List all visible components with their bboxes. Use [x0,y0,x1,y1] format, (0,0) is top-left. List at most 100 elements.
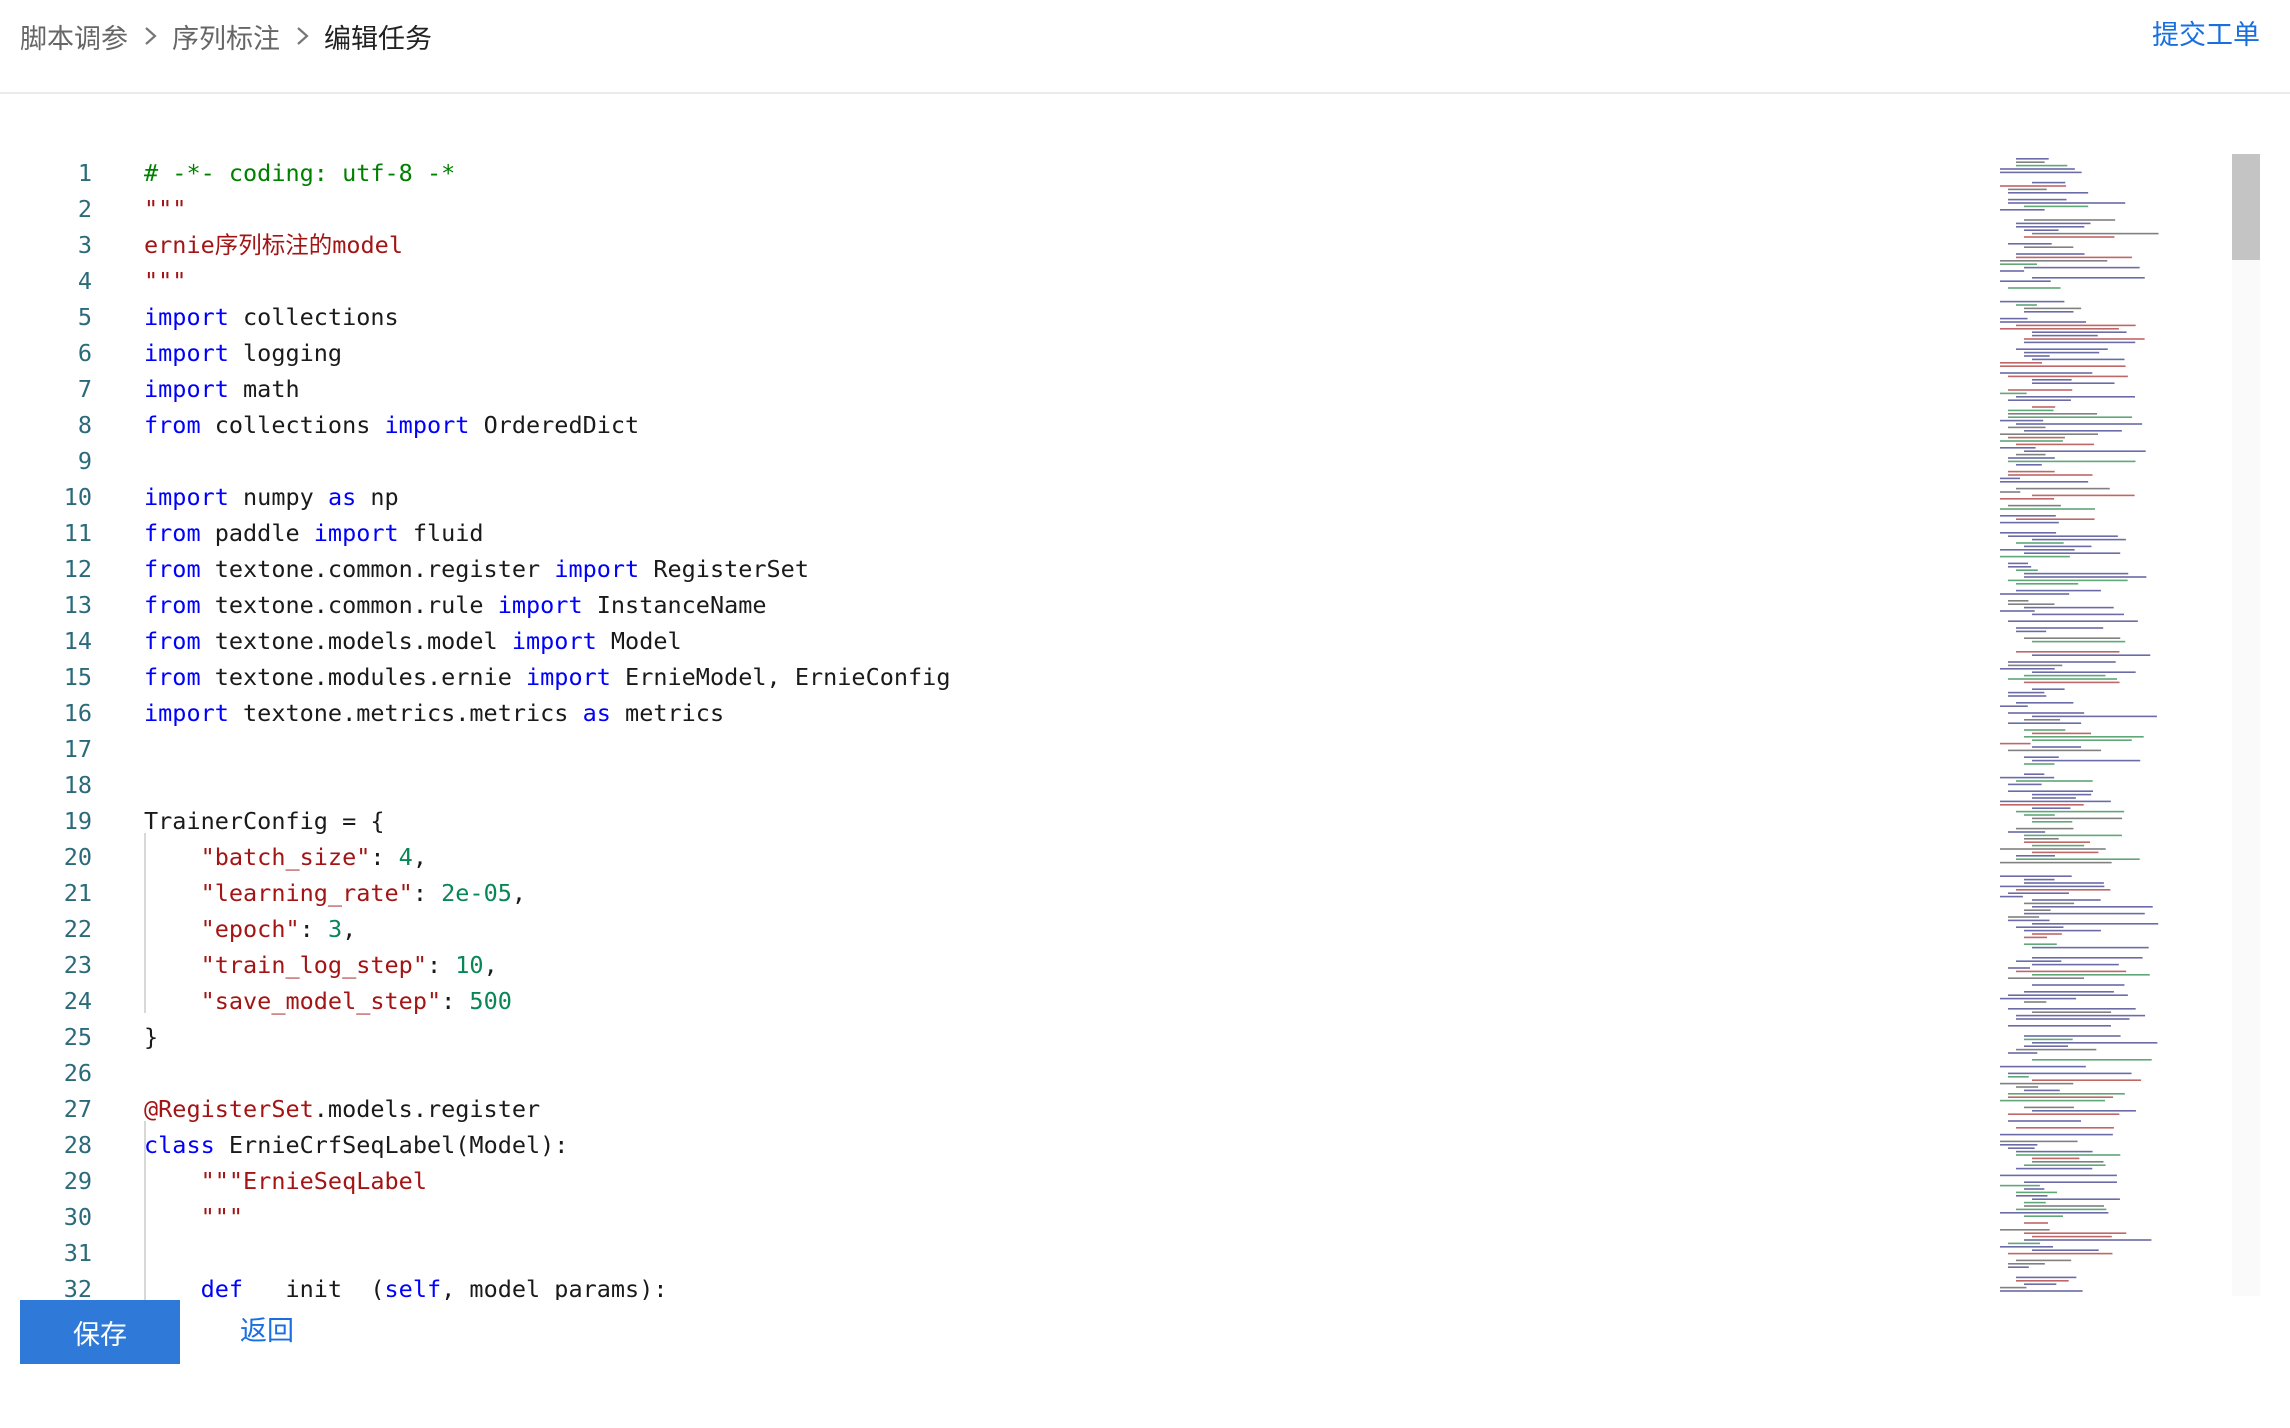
line-code: """ErnieSeqLabel [200,1167,427,1195]
line-code: } [144,1023,159,1051]
chevron-right-icon [145,27,157,45]
line-code: from textone.common.register import Regi… [144,555,809,583]
line-number: 16 [63,699,92,727]
code-line[interactable]: 14 from textone.models.model import Model [0,623,2000,659]
code-line[interactable]: 4 """ [0,263,2000,299]
line-code: # -*- coding: utf-8 -* [144,159,456,187]
line-number: 23 [63,951,92,979]
line-number: 31 [63,1239,92,1267]
line-number: 11 [63,519,92,547]
code-line[interactable]: 15 from textone.modules.ernie import Erni… [0,659,2000,695]
line-number: 25 [63,1023,92,1051]
line-number: 8 [77,411,92,439]
line-number: 21 [63,879,92,907]
line-code: from collections import OrderedDict [144,411,640,439]
line-code: "epoch": 3, [200,915,357,943]
breadcrumb-item-script-tuning[interactable]: 脚本调参 [20,17,128,56]
line-code: import collections [144,303,399,331]
line-number: 2 [77,195,92,223]
line-number: 5 [77,303,92,331]
line-number: 9 [77,447,92,475]
indent-guide [144,1121,146,1300]
breadcrumb: 脚本调参 序列标注 编辑任务 [20,12,432,60]
line-code: from textone.common.rule import Instance… [144,591,767,619]
code-line[interactable]: 28 class ErnieCrfSeqLabel(Model): [0,1127,2000,1163]
code-line[interactable]: 11 from paddle import fluid [0,515,2000,551]
line-code: """ [144,267,187,295]
line-number: 18 [63,771,92,799]
line-number: 13 [63,591,92,619]
submit-ticket-link[interactable]: 提交工单 [2152,12,2260,60]
code-line[interactable]: 12 from textone.common.register import Re… [0,551,2000,587]
line-code: ernie序列标注的model [144,231,403,259]
line-number: 26 [63,1059,92,1087]
line-number: 10 [63,483,92,511]
page-header: 脚本调参 序列标注 编辑任务 提交工单 [0,0,2290,94]
code-line[interactable]: 5 import collections [0,299,2000,335]
code-line[interactable]: 29 """ErnieSeqLabel [0,1163,2000,1199]
line-number: 32 [63,1275,92,1300]
line-code: import numpy as np [144,483,399,511]
code-line[interactable]: 17 [0,731,2000,767]
code-line[interactable]: 13 from textone.common.rule import Instan… [0,587,2000,623]
code-line[interactable]: 1 # -*- coding: utf-8 -* [0,155,2000,191]
line-number: 3 [77,231,92,259]
code-line[interactable]: 16 import textone.metrics.metrics as metr… [0,695,2000,731]
code-line[interactable]: 2 """ [0,191,2000,227]
line-code: """ [200,1203,244,1231]
line-code: "save_model_step": 500 [200,987,512,1015]
back-link[interactable]: 返回 [240,1300,294,1364]
code-editor[interactable]: 1 # -*- coding: utf-8 -* 2 """ 3 ernie序列标注的mo… [0,94,2290,1300]
line-code: TrainerConfig = { [144,807,385,835]
line-code: def __init__(self, model_params): [200,1275,668,1300]
line-number: 28 [63,1131,92,1159]
code-line[interactable]: 8 from collections import OrderedDict [0,407,2000,443]
chevron-right-icon [297,27,309,45]
code-line[interactable]: 21 "learning_rate": 2e-05, [0,875,2000,911]
line-number: 20 [63,843,92,871]
code-line[interactable]: 22 "epoch": 3, [0,911,2000,947]
code-line[interactable]: 18 [0,767,2000,803]
code-line[interactable]: 31 [0,1235,2000,1271]
line-number: 1 [77,159,92,187]
code-line[interactable]: 6 import logging [0,335,2000,371]
line-number: 14 [63,627,92,655]
line-number: 4 [77,267,92,295]
line-code: "batch_size": 4, [200,843,427,871]
line-code: class ErnieCrfSeqLabel(Model): [144,1131,569,1159]
save-button[interactable]: 保存 [20,1300,180,1364]
line-number: 12 [63,555,92,583]
code-line[interactable]: 7 import math [0,371,2000,407]
code-line[interactable]: 9 [0,443,2000,479]
line-code: import textone.metrics.metrics as metric… [144,699,725,727]
indent-guide [144,833,146,1013]
line-number: 27 [63,1095,92,1123]
code-line[interactable]: 26 [0,1055,2000,1091]
code-line[interactable]: 30 """ [0,1199,2000,1235]
line-number: 30 [63,1203,92,1231]
line-number: 22 [63,915,92,943]
code-line[interactable]: 32 def __init__(self, model_params): [0,1271,2000,1300]
code-line[interactable]: 27 @RegisterSet.models.register [0,1091,2000,1127]
line-number: 19 [63,807,92,835]
line-code: from paddle import fluid [144,519,484,547]
line-number: 17 [63,735,92,763]
code-line[interactable]: 3 ernie序列标注的model [0,227,2000,263]
breadcrumb-item-edit-task: 编辑任务 [324,23,432,55]
code-line[interactable]: 20 "batch_size": 4, [0,839,2000,875]
editor-scrollbar[interactable] [2232,154,2260,1296]
line-number: 24 [63,987,92,1015]
code-line[interactable]: 10 import numpy as np [0,479,2000,515]
code-line[interactable]: 23 "train_log_step": 10, [0,947,2000,983]
line-code: """ [144,195,187,223]
breadcrumb-item-sequence-labeling[interactable]: 序列标注 [172,17,280,56]
line-code: "learning_rate": 2e-05, [200,879,527,907]
scrollbar-thumb[interactable] [2232,154,2260,260]
editor-minimap[interactable] [1998,154,2230,1296]
code-line[interactable]: 24 "save_model_step": 500 [0,983,2000,1019]
line-code: from textone.modules.ernie import ErnieM… [144,663,951,691]
line-code: "train_log_step": 10, [200,951,498,979]
code-line[interactable]: 19 TrainerConfig = { [0,803,2000,839]
line-code: @RegisterSet.models.register [144,1095,541,1123]
code-line[interactable]: 25} [0,1019,2000,1055]
